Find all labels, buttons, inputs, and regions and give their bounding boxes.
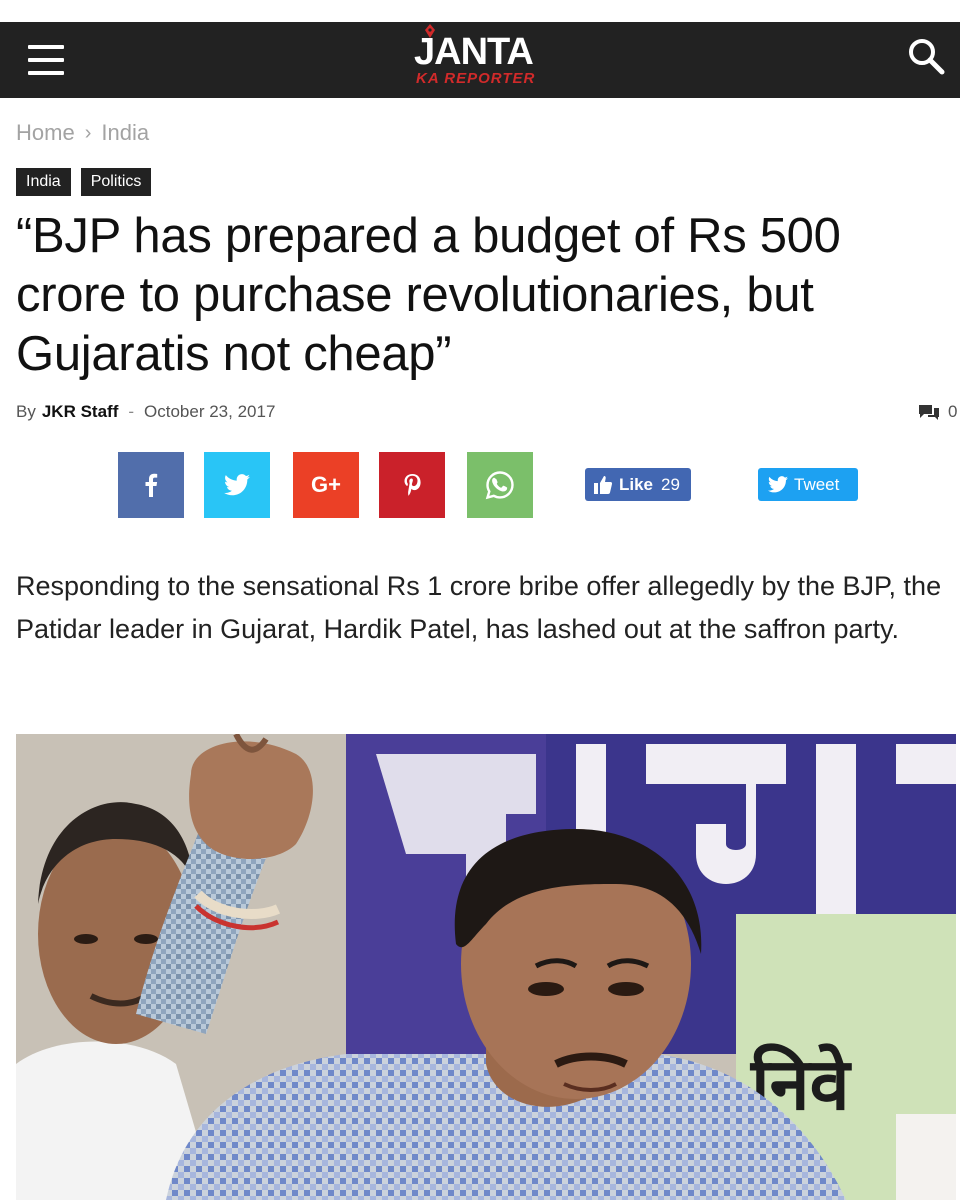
share-twitter-button[interactable] (204, 452, 270, 518)
article-title: “BJP has prepared a budget of Rs 500 cro… (16, 209, 841, 381)
comment-icon (919, 405, 939, 420)
featured-photo: निवे (16, 734, 956, 1200)
share-facebook-button[interactable] (118, 452, 184, 518)
search-icon[interactable] (906, 36, 946, 76)
twitter-bird-icon (768, 476, 788, 493)
thumbs-up-icon (594, 475, 613, 494)
breadcrumb-separator: › (84, 121, 92, 144)
author-link[interactable]: JKR Staff (42, 402, 119, 422)
menu-icon[interactable] (26, 40, 66, 80)
article-meta: By JKR Staff - October 23, 2017 (16, 402, 275, 422)
share-googleplus-button[interactable]: G+ (293, 452, 359, 518)
share-pinterest-button[interactable] (379, 452, 445, 518)
tweet-label: Tweet (794, 474, 840, 494)
googleplus-icon: G+ (311, 472, 341, 497)
logo-sub-text: KA REPORTER (416, 70, 536, 87)
by-label: By (16, 402, 36, 421)
like-label: Like (619, 474, 654, 494)
comments-link[interactable]: 0 (918, 402, 957, 422)
tweet-button[interactable]: Tweet (758, 468, 858, 501)
logo-main-text: JANTA (414, 31, 534, 73)
top-cutoff-strip (0, 0, 960, 22)
comment-count: 0 (948, 402, 958, 421)
featured-photo-graphic: निवे (16, 734, 956, 1200)
pinterest-icon (404, 474, 421, 496)
tag-india[interactable]: India (16, 168, 71, 196)
facebook-icon (145, 473, 158, 497)
breadcrumb-home[interactable]: Home (16, 120, 75, 146)
article-lead: Responding to the sensational Rs 1 crore… (16, 571, 942, 644)
whatsapp-icon (485, 471, 514, 500)
publish-date: October 23, 2017 (144, 402, 276, 421)
site-header: JANTA KA REPORTER (0, 22, 960, 98)
twitter-icon (224, 474, 250, 496)
share-whatsapp-button[interactable] (467, 452, 533, 518)
breadcrumb-india[interactable]: India (101, 120, 149, 146)
site-logo[interactable]: JANTA KA REPORTER (414, 24, 558, 92)
like-count: 29 (661, 474, 680, 494)
breadcrumb: Home › India (16, 120, 149, 146)
tag-politics[interactable]: Politics (80, 168, 152, 196)
cutoff-text-fragment (160, 0, 420, 8)
meta-separator: - (128, 402, 135, 421)
facebook-like-button[interactable]: Like 29 (585, 468, 691, 501)
category-tags: India Politics (16, 168, 152, 196)
